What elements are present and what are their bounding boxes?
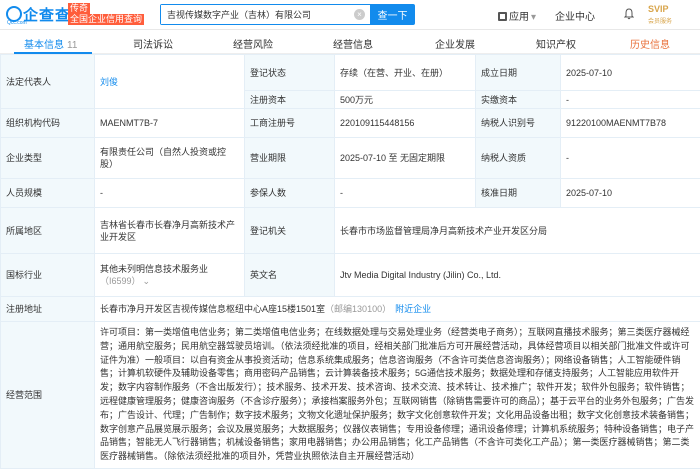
- tab-litigation[interactable]: 司法诉讼: [133, 36, 173, 51]
- taxpayer-label: 纳税人资质: [475, 137, 561, 179]
- vip-sub: 会员服务: [648, 19, 673, 25]
- top-bar: 企查查 Qcc.com 传奇 全国企业信用查询 × 查一下 应用▾ 企业中心 S…: [0, 0, 700, 30]
- tab-basic-info[interactable]: 基本信息 11: [24, 36, 77, 51]
- type-label: 企业类型: [0, 137, 95, 179]
- scope-value: 许可项目：第一类增值电信业务；第二类增值电信业务；在线数据处理与交易处理业务（经…: [94, 321, 700, 469]
- insured-value: -: [334, 178, 476, 208]
- nearby-link[interactable]: 附近企业: [395, 304, 431, 314]
- postcode: （邮编130100）: [325, 304, 392, 314]
- chevron-down-icon[interactable]: ⌄: [143, 276, 151, 286]
- paid-capital-value: -: [560, 90, 700, 109]
- industry-code: （I6599）: [100, 276, 141, 286]
- slogan-text: 全国企业信用查询: [68, 14, 145, 25]
- tab-risk[interactable]: 经营风险: [233, 36, 273, 51]
- address-cell: 长春市净月开发区吉视传媒信息枢纽中心A座15楼1501室（邮编130100） 附近…: [94, 296, 700, 322]
- search-button[interactable]: 查一下: [370, 4, 415, 25]
- paid-capital-label: 实缴资本: [475, 90, 561, 109]
- region-value: 吉林省长春市长春净月高新技术产业开发区: [94, 207, 245, 254]
- industry-value: 其他未列明信息技术服务业: [100, 264, 209, 274]
- authority-value: 长春市市场监督管理局净月高新技术产业开发区分局: [334, 207, 700, 254]
- legal-rep-label: 法定代表人: [0, 54, 95, 109]
- bell-icon[interactable]: [624, 8, 634, 20]
- org-code-label: 组织机构代码: [0, 108, 95, 138]
- staff-label: 人员规模: [0, 178, 95, 208]
- apps-grid-icon: [498, 12, 507, 21]
- english-label: 英文名: [244, 253, 335, 297]
- term-label: 营业期限: [244, 137, 335, 179]
- tab-operation[interactable]: 经营信息: [333, 36, 373, 51]
- org-code-value: MAENMT7B-7: [94, 108, 245, 138]
- biz-reg-value: 220109115448156: [334, 108, 476, 138]
- reg-capital-value: 500万元: [334, 90, 476, 109]
- tax-id-value: 91220100MAENMT7B78: [560, 108, 700, 138]
- clear-icon[interactable]: ×: [354, 9, 365, 20]
- taxpayer-value: -: [560, 137, 700, 179]
- logo-sub: Qcc.com: [7, 20, 27, 26]
- insured-label: 参保人数: [244, 178, 335, 208]
- est-date-label: 成立日期: [475, 54, 561, 91]
- address-label: 注册地址: [0, 296, 95, 322]
- reg-capital-label: 注册资本: [244, 90, 335, 109]
- est-date-value: 2025-07-10: [560, 54, 700, 91]
- term-value: 2025-07-10 至 无固定期限: [334, 137, 476, 179]
- reg-status-label: 登记状态: [244, 54, 335, 91]
- approve-value: 2025-07-10: [560, 178, 700, 208]
- chevron-down-icon: ▾: [531, 12, 537, 23]
- enterprise-center-link[interactable]: 企业中心: [555, 8, 595, 23]
- approve-label: 核准日期: [475, 178, 561, 208]
- address-value: 长春市净月开发区吉视传媒信息枢纽中心A座15楼1501室: [100, 304, 326, 314]
- basic-info-table: 法定代表人 刘俊 登记状态 存续（在营、开业、在册） 成立日期 2025-07-…: [0, 54, 700, 469]
- tab-history[interactable]: 历史信息: [630, 36, 670, 51]
- industry-label: 国标行业: [0, 253, 95, 297]
- authority-label: 登记机关: [244, 207, 335, 254]
- vip-badge[interactable]: SVIP 会员服务: [648, 4, 696, 26]
- region-label: 所属地区: [0, 207, 95, 254]
- tab-development[interactable]: 企业发展: [435, 36, 475, 51]
- tab-bar: 基本信息 11 司法诉讼 经营风险 经营信息 企业发展 知识产权 历史信息: [0, 30, 700, 54]
- vip-title: SVIP: [648, 4, 669, 14]
- biz-reg-label: 工商注册号: [244, 108, 335, 138]
- industry-cell: 其他未列明信息技术服务业 （I6599） ⌄: [94, 253, 245, 297]
- reg-status-value: 存续（在营、开业、在册）: [334, 54, 476, 91]
- slogan-badge: 传奇: [68, 3, 91, 14]
- staff-value: -: [94, 178, 245, 208]
- tab-ip[interactable]: 知识产权: [536, 36, 576, 51]
- apps-menu[interactable]: 应用 ▾: [498, 8, 536, 23]
- scope-label: 经营范围: [0, 321, 95, 469]
- english-value: Jtv Media Digital Industry (Jilin) Co., …: [334, 253, 700, 297]
- tax-id-label: 纳税人识别号: [475, 108, 561, 138]
- type-value: 有限责任公司（自然人投资或控股）: [94, 137, 245, 179]
- search-input[interactable]: [161, 5, 347, 24]
- search-box: ×: [160, 4, 370, 25]
- legal-rep-value[interactable]: 刘俊: [94, 54, 245, 109]
